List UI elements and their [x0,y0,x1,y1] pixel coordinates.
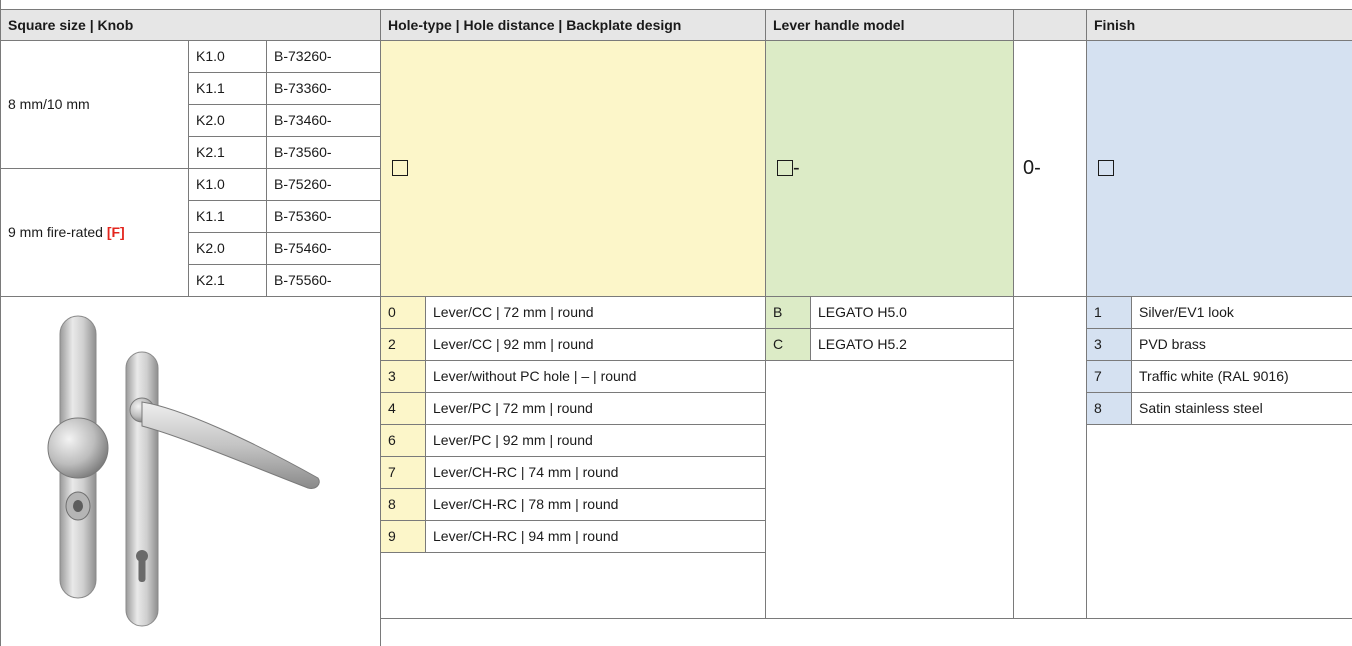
header-lever: Lever handle model [765,10,1013,40]
code-cell: B-75260- [274,176,332,192]
hole-code: 3 [380,360,425,392]
finish-code: 3 [1086,328,1131,360]
code-cell: B-73460- [274,112,332,128]
knob-cell: K1.0 [196,176,225,192]
knob-cell: K1.0 [196,48,225,64]
fixed-code: 0- [1023,156,1041,179]
square-group-label: 9 mm fire-rated [F] [0,168,188,296]
hole-code: 8 [380,488,425,520]
finish-option-label: PVD brass [1139,336,1206,352]
fire-rated-flag: [F] [106,224,125,240]
hole-option-label: Lever/CH-RC | 94 mm | round [433,528,619,544]
code-cell: B-75360- [274,208,332,224]
knob-cell: K2.0 [196,112,225,128]
lever-suffix: - [793,156,800,179]
hole-option-label: Lever/PC | 72 mm | round [433,400,593,416]
code-cell: B-75560- [274,272,332,288]
finish-option-label: Silver/EV1 look [1139,304,1234,320]
checkbox-icon[interactable] [1098,160,1114,176]
knob-cell: K1.1 [196,80,225,96]
hole-code: 0 [380,296,425,328]
lever-option-label: LEGATO H5.0 [818,304,907,320]
code-cell: B-73560- [274,144,332,160]
lever-selection-block[interactable]: - [765,40,1013,296]
hole-code: 7 [380,456,425,488]
door-handle-product-image [47,315,320,627]
lever-code: C [765,328,810,360]
lever-option-label: LEGATO H5.2 [818,336,907,352]
checkbox-icon[interactable] [777,160,793,176]
hole-option-label: Lever/CH-RC | 78 mm | round [433,496,619,512]
header-finish: Finish [1086,10,1352,40]
fixed-code-block: 0- [1013,40,1086,296]
hole-code: 4 [380,392,425,424]
finish-selection-block[interactable] [1086,40,1352,296]
hole-code: 2 [380,328,425,360]
finish-code: 7 [1086,360,1131,392]
finish-code: 8 [1086,392,1131,424]
knob-cell: K2.1 [196,272,225,288]
hole-option-label: Lever/PC | 92 mm | round [433,432,593,448]
hole-code: 6 [380,424,425,456]
lever-code: B [765,296,810,328]
header-finish-label: Finish [1094,17,1136,33]
code-cell: B-75460- [274,240,332,256]
hole-option-label: Lever/CC | 72 mm | round [433,304,594,320]
finish-option-label: Traffic white (RAL 9016) [1139,368,1289,384]
square-group-text: 8 mm/10 mm [8,96,90,112]
knob-cell: K2.1 [196,144,225,160]
header-square-knob: Square size | Knob [0,10,380,40]
header-square-knob-label: Square size | Knob [8,17,134,33]
finish-option-label: Satin stainless steel [1139,400,1263,416]
knob-cell: K2.0 [196,240,225,256]
hole-option-label: Lever/CC | 92 mm | round [433,336,594,352]
hole-selection-block[interactable] [380,40,765,296]
checkbox-icon[interactable] [392,160,408,176]
header-blank [1013,10,1086,40]
code-cell: B-73260- [274,48,332,64]
hole-option-label: Lever/without PC hole | – | round [433,368,637,384]
header-hole: Hole-type | Hole distance | Backplate de… [380,10,765,40]
hole-code: 9 [380,520,425,552]
square-group-text: 9 mm fire-rated [8,224,103,240]
hole-option-label: Lever/CH-RC | 74 mm | round [433,464,619,480]
knob-cell: K1.1 [196,208,225,224]
finish-code: 1 [1086,296,1131,328]
header-hole-label: Hole-type | Hole distance | Backplate de… [388,17,682,33]
header-lever-label: Lever handle model [773,17,905,33]
code-cell: B-73360- [274,80,332,96]
square-group-label: 8 mm/10 mm [0,40,188,168]
